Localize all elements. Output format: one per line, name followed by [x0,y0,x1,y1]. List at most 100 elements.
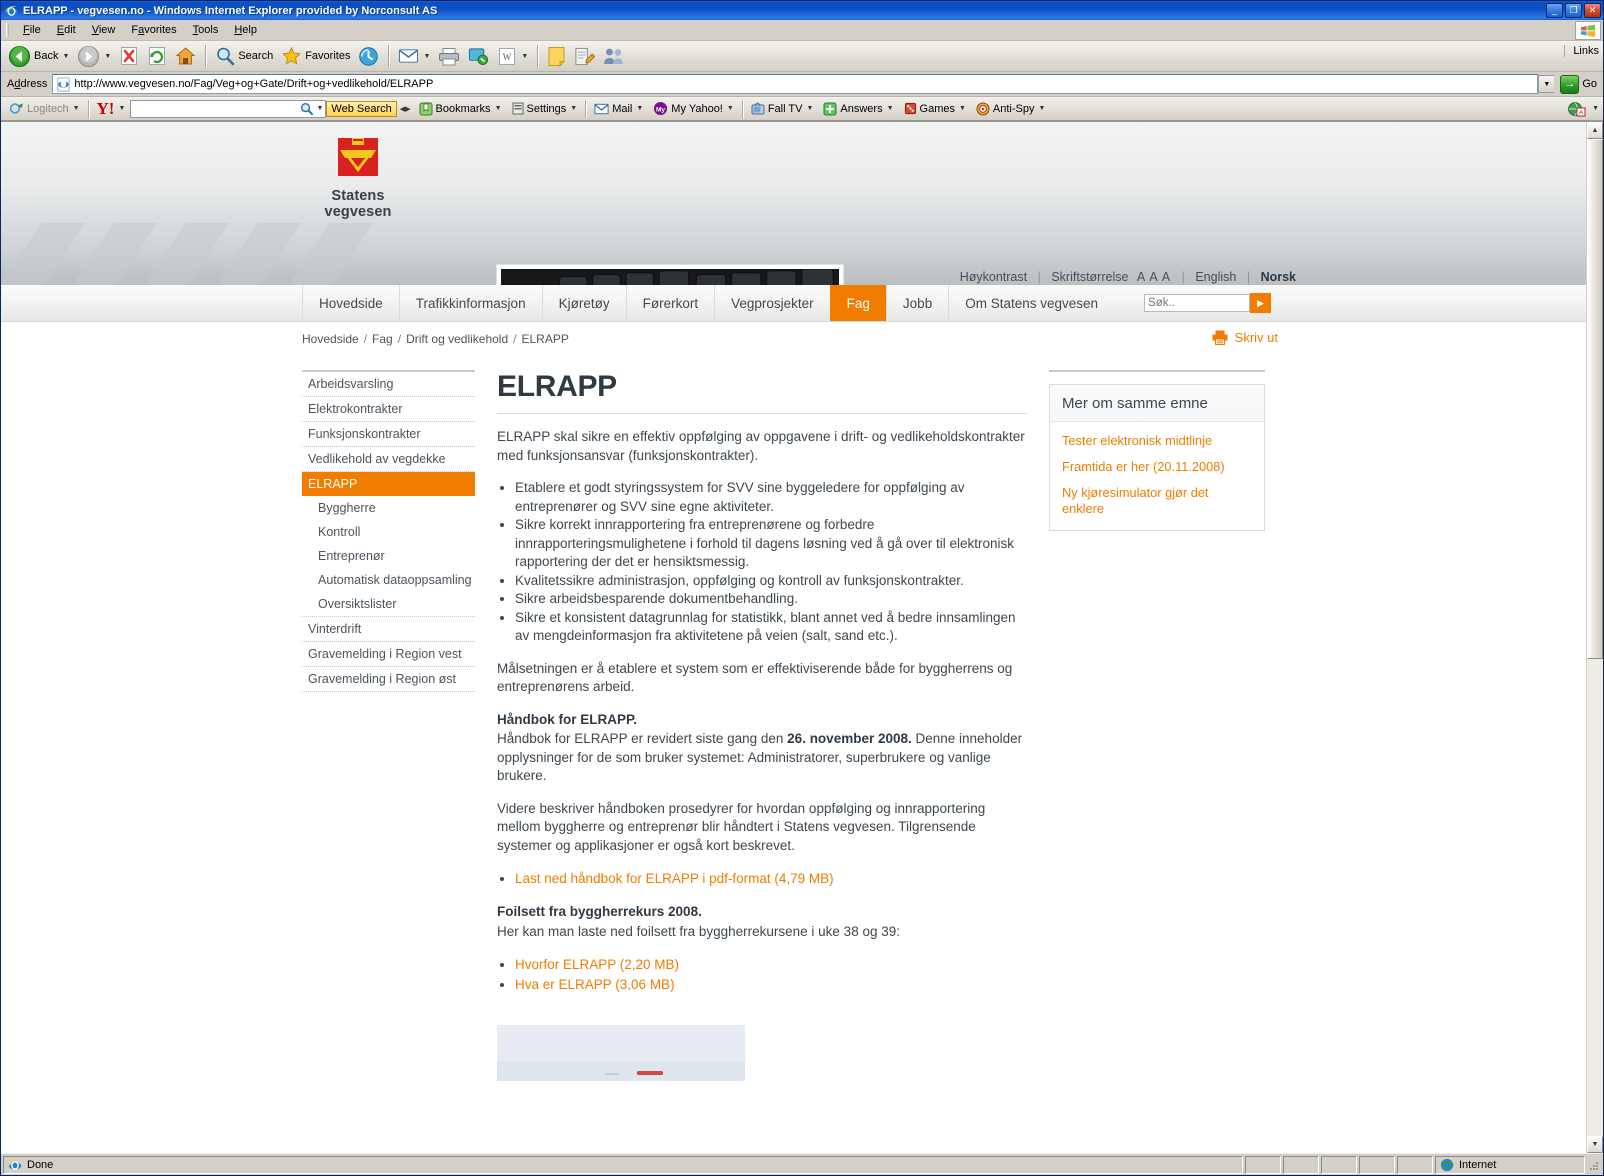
settings-dropdown-icon[interactable]: ▼ [570,105,577,112]
fall-tv-menu[interactable]: Fall TV ▼ [746,102,819,115]
related-link-2[interactable]: Ny kjøresimulator gjør det enklere [1062,485,1252,517]
anti-spy-menu[interactable]: Anti-Spy ▼ [971,102,1051,116]
breadcrumb-item-3[interactable]: ELRAPP [521,332,568,346]
sidebar-item-vinterdrift[interactable]: Vinterdrift [302,617,475,642]
sidebar-item-oversiktslister[interactable]: Oversiktslister [302,592,475,617]
english-link[interactable]: English [1195,270,1236,284]
discuss-button[interactable] [599,43,629,69]
mail-button[interactable]: ▼ [394,43,434,69]
menu-edit[interactable]: Edit [49,22,84,38]
nav-item-trafikkinformasjon[interactable]: Trafikkinformasjon [398,285,542,321]
bookmarks-dropdown-icon[interactable]: ▼ [495,105,502,112]
sidebar-item-funksjonskontrakter[interactable]: Funksjonskontrakter [302,422,475,447]
logitech-menu[interactable]: Logitech ▼ [5,102,85,115]
home-button[interactable] [171,43,200,69]
search-button[interactable]: Search [211,43,277,69]
site-logo[interactable]: Statens vegvesen [298,134,418,220]
bookmarks-menu[interactable]: Bookmarks ▼ [414,102,507,116]
scrollbar-track[interactable] [1587,139,1603,1136]
logitech-dropdown-icon[interactable]: ▼ [73,105,80,112]
word-dropdown-icon[interactable]: ▼ [521,53,528,60]
answers-dropdown-icon[interactable]: ▼ [887,105,894,112]
nav-item-kjoretoy[interactable]: Kjøretøy [541,285,626,321]
menu-help[interactable]: Help [226,22,265,38]
vertical-scrollbar[interactable]: ▲ ▼ [1586,122,1603,1153]
yahoo-dropdown-icon[interactable]: ▼ [118,105,125,112]
my-yahoo-dropdown-icon[interactable]: ▼ [727,105,734,112]
web-search-button[interactable]: Web Search [326,100,397,117]
menu-tools[interactable]: Tools [185,22,227,38]
minimize-button[interactable]: _ [1546,3,1563,18]
site-search-button[interactable]: ▶ [1250,293,1272,313]
mail-dropdown-icon[interactable]: ▼ [423,53,430,60]
forward-button[interactable]: ▼ [73,43,115,69]
address-dropdown-icon[interactable]: ▼ [1538,75,1555,93]
history-button[interactable] [354,43,383,69]
site-search-input[interactable] [1144,294,1251,312]
nav-item-hovedside[interactable]: Hovedside [302,285,399,321]
address-input[interactable]: http://www.vegvesen.no/Fag/Veg+og+Gate/D… [52,74,1539,94]
related-link-1[interactable]: Framtida er her (20.11.2008) [1062,459,1252,475]
sidebar-item-byggherre[interactable]: Byggherre [302,496,475,520]
edit-button[interactable] [570,43,599,69]
breadcrumb-item-2[interactable]: Drift og vedlikehold [406,332,508,346]
answers-menu[interactable]: Answers ▼ [818,102,898,116]
related-link-0[interactable]: Tester elektronisk midtlinje [1062,433,1252,449]
back-dropdown-icon[interactable]: ▼ [62,53,69,60]
sidebar-item-automatisk-dataoppsamling[interactable]: Automatisk dataoppsamling [302,568,475,592]
menu-file[interactable]: FFileile [15,22,49,38]
sidebar-item-kontroll[interactable]: Kontroll [302,520,475,544]
breadcrumb-item-1[interactable]: Fag [372,332,393,346]
yahoo-search-dropdown-icon[interactable]: ▼ [316,105,323,112]
high-contrast-link[interactable]: Høykontrast [960,270,1027,284]
fall-tv-dropdown-icon[interactable]: ▼ [806,105,813,112]
mail-dropdown-icon[interactable]: ▼ [636,105,643,112]
handbook-download-link[interactable]: Last ned håndbok for ELRAPP i pdf-format… [515,871,834,886]
sidebar-item-vedlikehold-av-vegdekke[interactable]: Vedlikehold av vegdekke [302,447,475,472]
back-button[interactable]: Back ▼ [4,43,73,69]
notes-button[interactable] [543,43,570,69]
refresh-button[interactable] [143,43,171,69]
sidebar-item-elektrokontrakter[interactable]: Elektrokontrakter [302,397,475,422]
favorites-button[interactable]: Favorites [277,43,354,69]
nav-item-forerkort[interactable]: Førerkort [625,285,715,321]
foilsett-link-hvorfor[interactable]: Hvorfor ELRAPP (2,20 MB) [515,957,679,972]
resize-grip-icon[interactable] [1585,1157,1601,1173]
nav-item-om-statens-vegvesen[interactable]: Om Statens vegvesen [948,285,1114,321]
print-button[interactable] [434,43,464,69]
settings-menu[interactable]: Settings ▼ [507,102,583,115]
sidebar-item-arbeidsvarsling[interactable]: Arbeidsvarsling [302,372,475,397]
windows-logo-icon[interactable] [1575,21,1601,40]
word-button[interactable]: W ▼ [493,43,532,69]
nav-item-fag[interactable]: Fag [829,285,886,321]
breadcrumb-item-0[interactable]: Hovedside [302,332,359,346]
sidebar-item-gravemelding-region-vest[interactable]: Gravemelding i Region vest [302,642,475,667]
sidebar-item-entreprenor[interactable]: Entreprenør [302,544,475,568]
norsk-link[interactable]: Norsk [1261,270,1296,284]
print-page-link[interactable]: Skriv ut [1212,330,1278,345]
go-button[interactable]: → Go [1560,74,1597,94]
scrollbar-thumb[interactable] [1587,139,1603,659]
links-toolbar-label[interactable]: Links [1564,45,1599,57]
anti-spy-dropdown-icon[interactable]: ▼ [1039,105,1046,112]
stop-button[interactable] [115,43,143,69]
menu-view[interactable]: View [84,22,124,38]
security-zone-cell[interactable]: Internet [1435,1155,1585,1174]
yahoo-search-input[interactable]: ▼ [130,99,327,118]
nav-item-jobb[interactable]: Jobb [885,285,948,321]
pdf-globe-icon[interactable]: A [1567,101,1587,117]
messenger-button[interactable] [464,43,493,69]
sidebar-item-elrapp[interactable]: ELRAPP [302,472,475,496]
pdf-dropdown-icon[interactable]: ▼ [1592,105,1599,112]
yahoo-menu[interactable]: Y! ▼ [92,99,131,119]
mail-menu[interactable]: Mail ▼ [589,103,648,115]
font-size-options[interactable]: A A A [1137,270,1171,284]
toolbar-overflow-icon[interactable]: ◀▶ [400,105,411,113]
foilsett-link-hva[interactable]: Hva er ELRAPP (3,06 MB) [515,977,675,992]
maximize-button[interactable]: ❐ [1565,3,1582,18]
close-button[interactable]: ✕ [1584,3,1601,18]
forward-dropdown-icon[interactable]: ▼ [104,53,111,60]
scroll-down-button[interactable]: ▼ [1587,1136,1603,1153]
sidebar-item-gravemelding-region-ost[interactable]: Gravemelding i Region øst [302,667,475,692]
menu-favorites[interactable]: Favorites [123,22,184,38]
